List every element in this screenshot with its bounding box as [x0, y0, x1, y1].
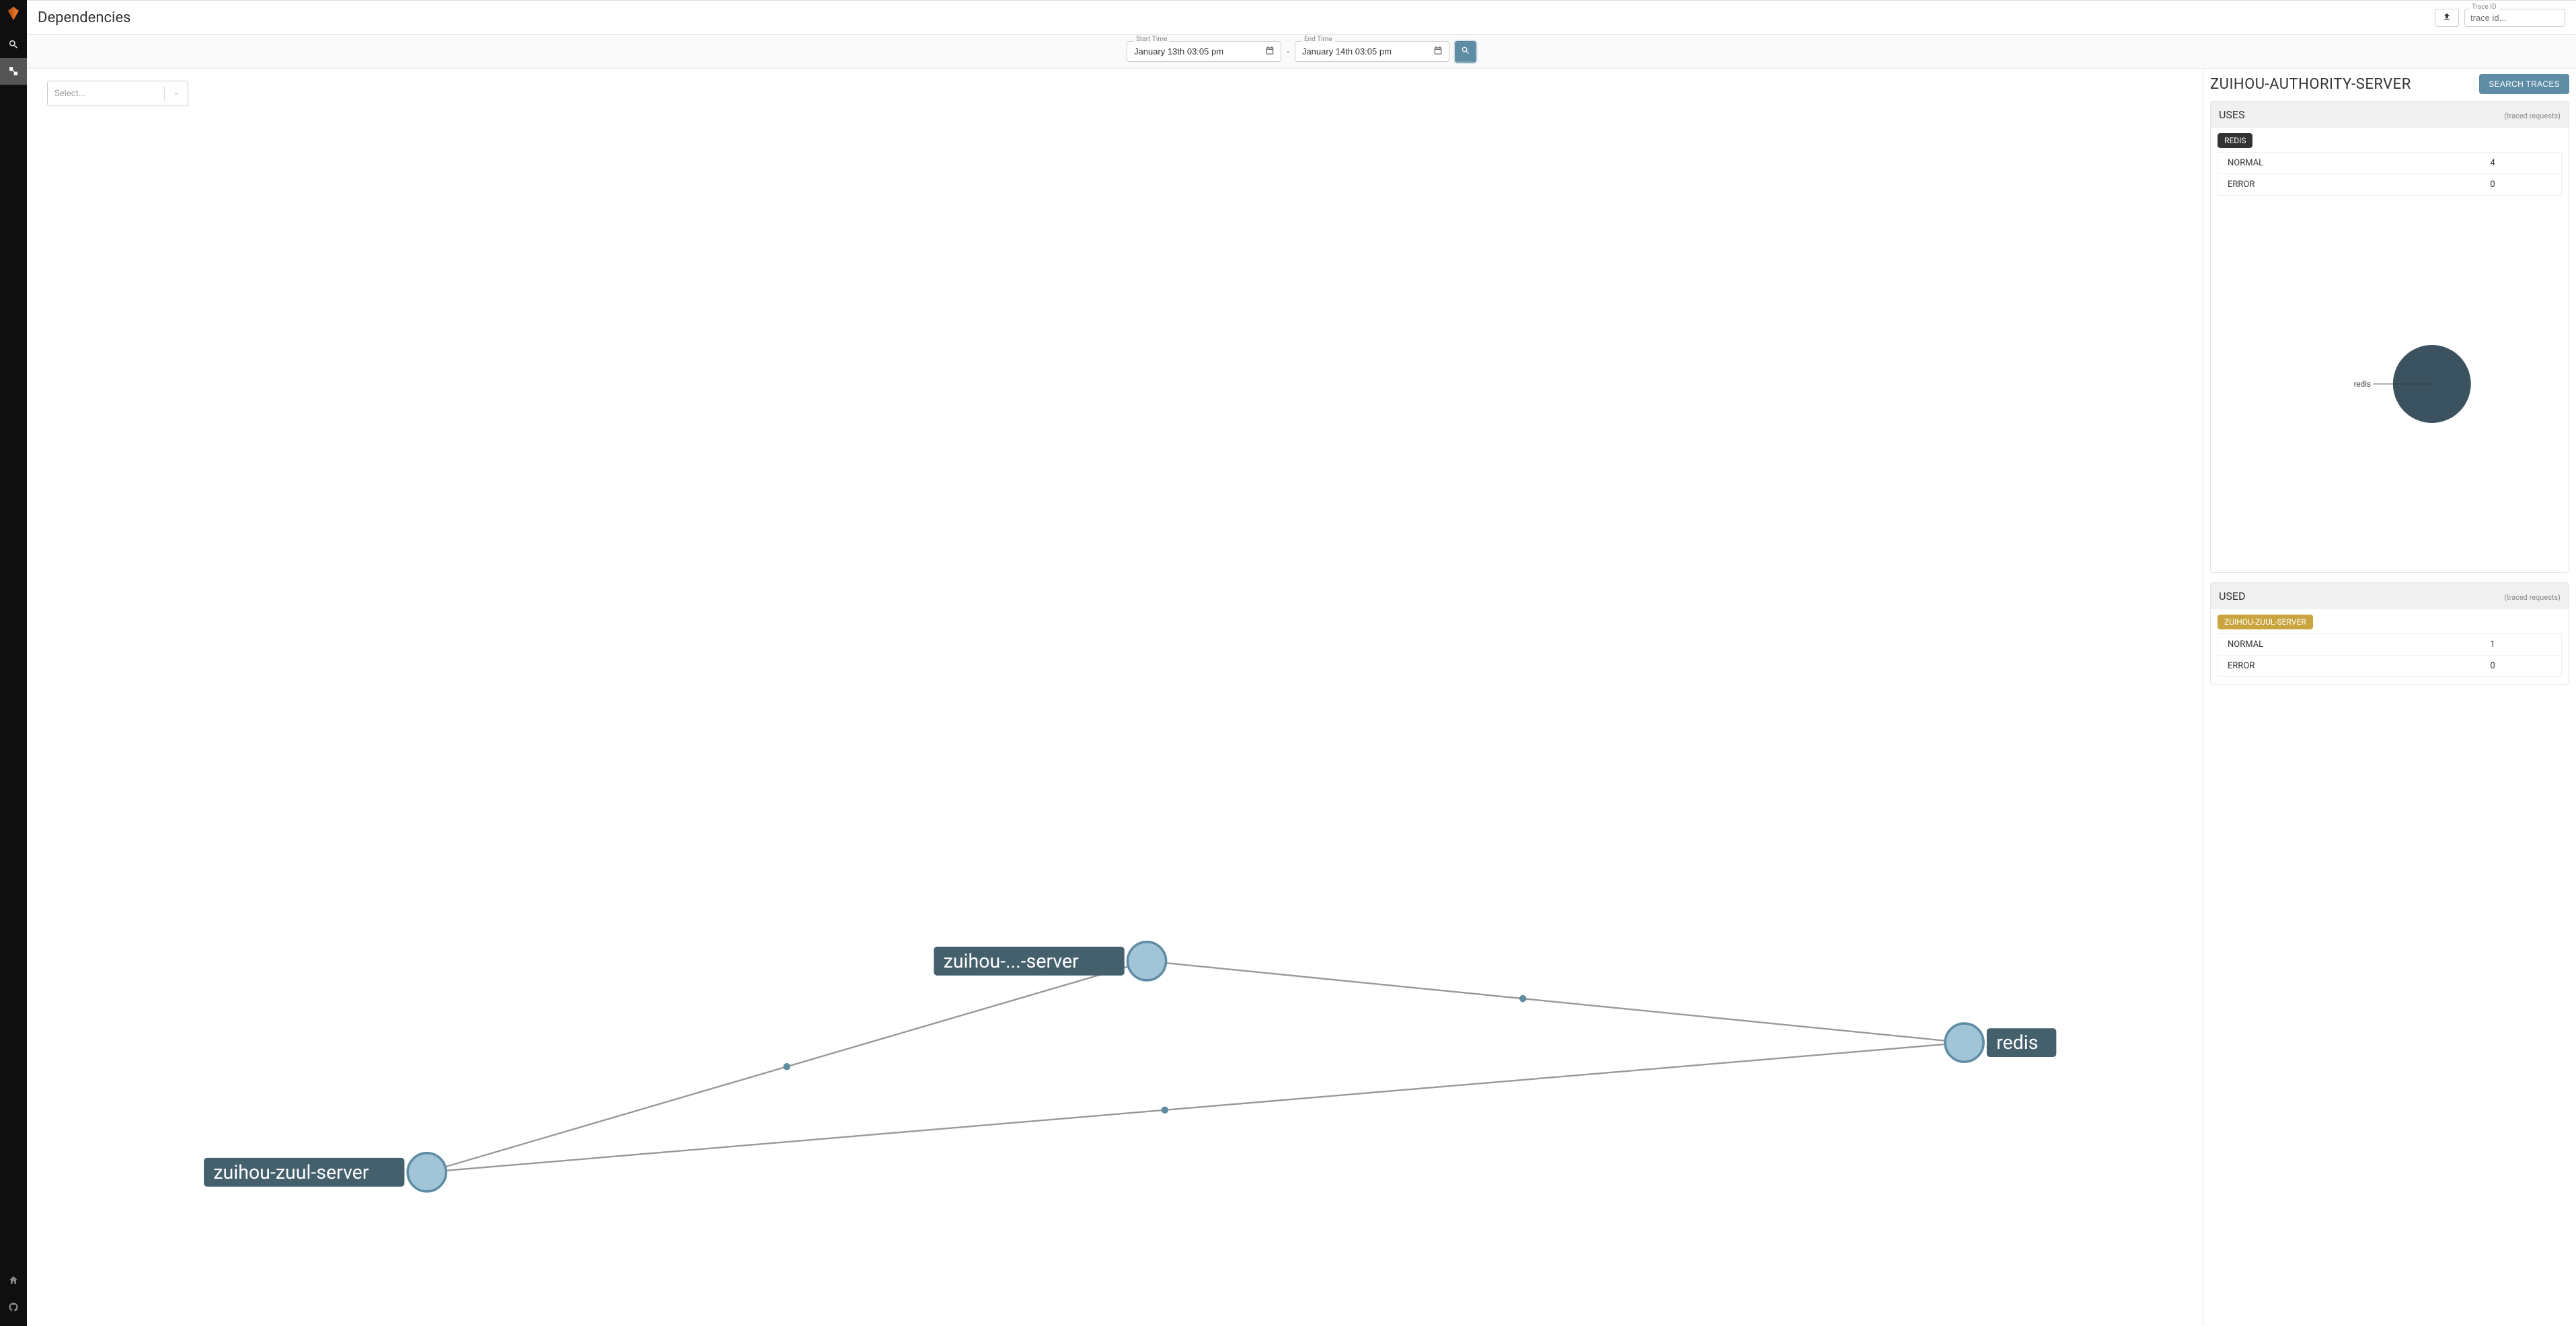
- service-badge[interactable]: REDIS: [2218, 133, 2252, 148]
- trace-id-input[interactable]: [2464, 9, 2565, 27]
- graph-node-label: zuihou-...-server: [944, 950, 1079, 972]
- graph-node[interactable]: [1128, 942, 1166, 980]
- uses-title: USES: [2219, 108, 2244, 121]
- start-time-label: Start Time: [1133, 36, 1170, 43]
- stat-value: 4: [2424, 153, 2561, 174]
- sidebar: [0, 0, 27, 1326]
- stat-table: NORMAL4ERROR0: [2218, 152, 2562, 196]
- used-section: USED (traced requests) ZUIHOU-ZUUL-SERVE…: [2210, 582, 2569, 685]
- graph-node-label: zuihou-zuul-server: [213, 1161, 369, 1183]
- end-time-input[interactable]: [1295, 41, 1449, 62]
- search-traces-button[interactable]: SEARCH TRACES: [2479, 74, 2569, 94]
- uses-pie-chart: redis: [2211, 202, 2569, 572]
- stat-label: NORMAL: [2218, 634, 2425, 656]
- table-row: ERROR0: [2218, 656, 2562, 677]
- uses-section: USES (traced requests) REDIS NORMAL4ERROR…: [2210, 101, 2569, 573]
- run-query-button[interactable]: [1455, 41, 1476, 63]
- search-icon: [1461, 46, 1470, 57]
- filter-bar: Start Time - End Time: [27, 35, 2576, 69]
- nav-home[interactable]: [0, 1267, 27, 1294]
- nav-search[interactable]: [0, 31, 27, 58]
- uses-subtitle: (traced requests): [2504, 112, 2561, 120]
- start-time-input[interactable]: [1127, 41, 1281, 62]
- table-row: NORMAL4: [2218, 153, 2562, 174]
- used-title: USED: [2219, 590, 2245, 602]
- table-row: ERROR0: [2218, 174, 2562, 196]
- end-time-label: End Time: [1301, 36, 1335, 43]
- graph-node[interactable]: [1945, 1023, 1983, 1062]
- stat-value: 0: [2424, 656, 2561, 677]
- detail-service-title: ZUIHOU-AUTHORITY-SERVER: [2210, 76, 2411, 93]
- upload-trace-button[interactable]: [2435, 9, 2459, 27]
- zipkin-logo: [5, 5, 22, 22]
- stat-table: NORMAL1ERROR0: [2218, 633, 2562, 677]
- topbar: Dependencies Trace ID: [27, 0, 2576, 35]
- dependency-graph[interactable]: Select... zuihou-zuul-serverzuihou-...-s…: [27, 69, 2203, 1326]
- page-title: Dependencies: [38, 9, 130, 26]
- nav-github[interactable]: [0, 1294, 27, 1321]
- nav-dependencies[interactable]: [0, 58, 27, 85]
- pie-slice-label: redis: [2354, 379, 2371, 389]
- stat-label: NORMAL: [2218, 153, 2425, 174]
- service-badge[interactable]: ZUIHOU-ZUUL-SERVER: [2218, 615, 2313, 629]
- table-row: NORMAL1: [2218, 634, 2562, 656]
- graph-node[interactable]: [408, 1153, 446, 1192]
- graph-node-label: redis: [1996, 1031, 2038, 1054]
- stat-value: 1: [2424, 634, 2561, 656]
- detail-panel: ZUIHOU-AUTHORITY-SERVER SEARCH TRACES US…: [2203, 69, 2576, 1326]
- stat-label: ERROR: [2218, 174, 2425, 196]
- upload-icon: [2442, 12, 2452, 24]
- date-separator: -: [1287, 46, 1289, 57]
- used-subtitle: (traced requests): [2504, 593, 2561, 602]
- stat-value: 0: [2424, 174, 2561, 196]
- stat-label: ERROR: [2218, 656, 2425, 677]
- trace-id-label: Trace ID: [2470, 3, 2499, 11]
